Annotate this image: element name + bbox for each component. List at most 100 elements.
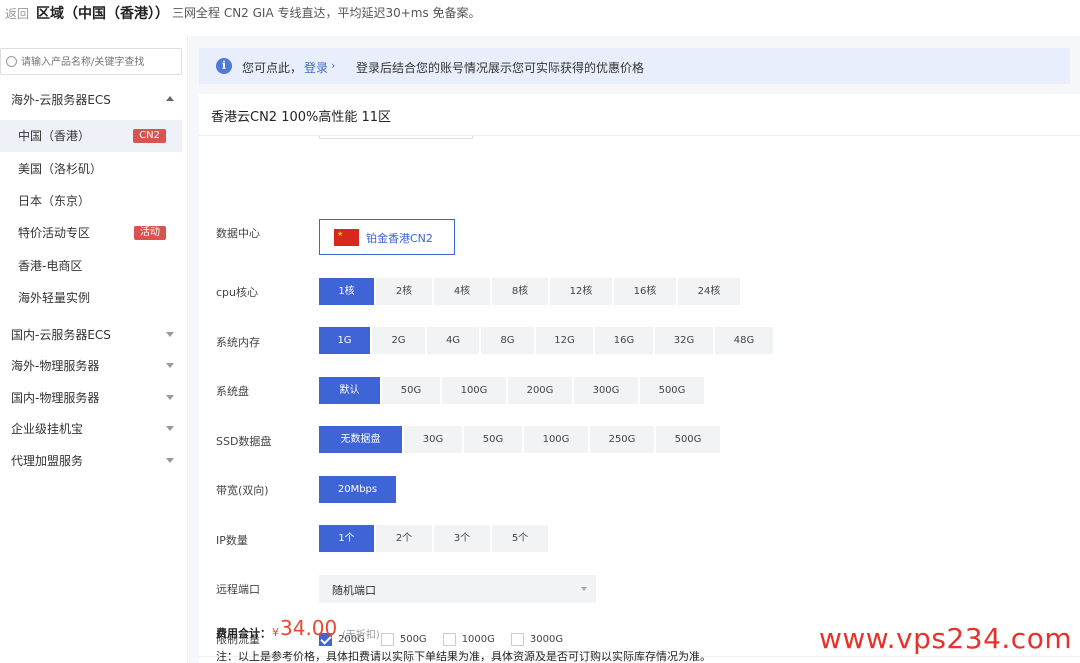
back-link[interactable]: 返回	[5, 5, 29, 22]
ip-count-options: 1个 2个 3个 5个	[319, 525, 550, 552]
cpu-option[interactable]: 12核	[550, 278, 614, 305]
traffic-option-label: 1000G	[461, 633, 495, 645]
menu-group-label: 海外-物理服务器	[11, 359, 100, 373]
total-price: 34.00	[280, 616, 338, 640]
memory-options: 1G 2G 4G 8G 12G 16G 32G 48G	[319, 327, 775, 354]
sidebar-item-los-angeles[interactable]: 美国（洛杉矶）	[0, 153, 182, 185]
menu-group-label: 海外-云服务器ECS	[11, 93, 111, 107]
sidebar: 海外-云服务器ECS 中国（香港） CN2 美国（洛杉矶） 日本（东京） 特价活…	[0, 36, 188, 663]
chevron-down-icon	[166, 332, 174, 337]
notice-text: 登录后结合您的账号情况展示您可实际获得的优惠价格	[356, 61, 645, 75]
chevron-down-icon	[166, 363, 174, 368]
traffic-option-label: 3000G	[529, 633, 564, 645]
system-disk-option[interactable]: 100G	[442, 377, 508, 404]
datacenter-option[interactable]: ★ 铂金香港CN2	[319, 219, 455, 255]
memory-option[interactable]: 32G	[655, 327, 715, 354]
menu-group-overseas-ecs[interactable]: 海外-云服务器ECS	[0, 85, 188, 115]
traffic-option-label: 500G	[399, 633, 427, 645]
cn2-badge: CN2	[133, 129, 166, 143]
menu-group-reseller[interactable]: 代理加盟服务	[0, 446, 188, 476]
memory-option[interactable]: 1G	[319, 327, 372, 354]
sidebar-item-tokyo[interactable]: 日本（东京）	[0, 185, 182, 217]
memory-option[interactable]: 16G	[595, 327, 655, 354]
system-disk-option[interactable]: 200G	[508, 377, 574, 404]
ip-count-option[interactable]: 5个	[492, 525, 550, 552]
product-title: 香港云CN2 100%高性能 11区	[211, 110, 392, 125]
sidebar-item-special-offers[interactable]: 特价活动专区 活动	[0, 217, 182, 249]
region-title: 区域（中国（香港））	[36, 6, 169, 22]
system-disk-option[interactable]: 默认	[319, 377, 382, 404]
traffic-checkbox-3000g[interactable]	[510, 632, 524, 646]
traffic-checkbox-500g[interactable]	[380, 632, 394, 646]
info-icon: i	[216, 58, 232, 74]
ssd-disk-option[interactable]: 100G	[524, 426, 590, 453]
china-flag-icon: ★	[334, 229, 359, 246]
bandwidth-options: 20Mbps	[319, 476, 398, 503]
datacenter-value: 铂金香港CN2	[366, 232, 433, 245]
sidebar-item-lightweight[interactable]: 海外轻量实例	[0, 282, 182, 314]
menu-group-domestic-physical[interactable]: 国内-物理服务器	[0, 383, 188, 413]
memory-label: 系统内存	[216, 336, 260, 349]
search-icon	[6, 56, 17, 67]
search-input[interactable]	[21, 53, 176, 71]
sidebar-item-hk-ecommerce[interactable]: 香港-电商区	[0, 250, 182, 282]
menu-group-label: 代理加盟服务	[11, 454, 84, 468]
sidebar-item-label: 日本（东京）	[18, 194, 91, 208]
ip-count-option[interactable]: 3个	[434, 525, 492, 552]
system-disk-label: 系统盘	[216, 385, 249, 398]
cpu-option[interactable]: 16核	[614, 278, 678, 305]
chevron-down-icon	[581, 587, 587, 591]
traffic-checkbox-1000g[interactable]	[442, 632, 456, 646]
cpu-options: 1核 2核 4核 8核 12核 16核 24核	[319, 278, 742, 305]
ssd-disk-label: SSD数据盘	[216, 435, 272, 448]
bandwidth-option[interactable]: 20Mbps	[319, 476, 398, 503]
ssd-disk-option[interactable]: 无数据盘	[319, 426, 404, 453]
system-disk-option[interactable]: 500G	[640, 377, 706, 404]
cpu-option[interactable]: 4核	[434, 278, 492, 305]
cpu-option[interactable]: 1核	[319, 278, 376, 305]
watermark: www.vps234.com	[819, 622, 1073, 655]
fee-label: 费用合计：	[216, 627, 271, 640]
region-description: 三网全程 CN2 GIA 专线直达，平均延迟30+ms 免备案。	[172, 6, 481, 20]
ssd-disk-option[interactable]: 30G	[404, 426, 464, 453]
bandwidth-label: 带宽(双向)	[216, 484, 269, 497]
system-disk-option[interactable]: 50G	[382, 377, 442, 404]
menu-group-enterprise-hosting[interactable]: 企业级挂机宝	[0, 414, 188, 444]
memory-option[interactable]: 4G	[427, 327, 481, 354]
remote-port-label: 远程端口	[216, 583, 260, 596]
scrolled-field-edge	[319, 136, 473, 139]
ssd-disk-option[interactable]: 50G	[464, 426, 524, 453]
top-bar: 返回 区域（中国（香港）） 三网全程 CN2 GIA 专线直达，平均延迟30+m…	[0, 0, 1080, 24]
ip-count-label: IP数量	[216, 534, 248, 547]
memory-option[interactable]: 8G	[481, 327, 536, 354]
cpu-option[interactable]: 2核	[376, 278, 434, 305]
menu-group-overseas-physical[interactable]: 海外-物理服务器	[0, 351, 188, 381]
cpu-option[interactable]: 8核	[492, 278, 550, 305]
system-disk-option[interactable]: 300G	[574, 377, 640, 404]
sidebar-item-label: 香港-电商区	[18, 259, 83, 273]
login-notice: i 您可点此， 登录 › 登录后结合您的账号情况展示您可实际获得的优惠价格	[199, 48, 1070, 84]
currency-symbol: ¥	[272, 626, 279, 639]
menu-group-label: 国内-云服务器ECS	[11, 328, 111, 342]
login-link[interactable]: 登录	[304, 59, 328, 76]
ip-count-option[interactable]: 1个	[319, 525, 376, 552]
menu-group-label: 国内-物理服务器	[11, 391, 100, 405]
main-content: i 您可点此， 登录 › 登录后结合您的账号情况展示您可实际获得的优惠价格 香港…	[189, 36, 1080, 663]
ssd-disk-options: 无数据盘 30G 50G 100G 250G 500G	[319, 426, 722, 453]
datacenter-label: 数据中心	[216, 227, 260, 240]
sidebar-item-hongkong[interactable]: 中国（香港） CN2	[0, 120, 182, 152]
notice-prefix: 您可点此，	[242, 61, 303, 75]
price-disclaimer: 注：以上是参考价格，具体扣费请以实际下单结果为准，具体资源及是否可订购以实际库存…	[216, 650, 711, 663]
remote-port-select[interactable]: 随机端口	[319, 575, 596, 603]
memory-option[interactable]: 48G	[715, 327, 775, 354]
ip-count-option[interactable]: 2个	[376, 525, 434, 552]
ssd-disk-option[interactable]: 250G	[590, 426, 656, 453]
memory-option[interactable]: 2G	[372, 327, 427, 354]
sidebar-item-label: 中国（香港）	[18, 129, 91, 143]
ssd-disk-option[interactable]: 500G	[656, 426, 722, 453]
menu-group-domestic-ecs[interactable]: 国内-云服务器ECS	[0, 320, 188, 350]
cpu-option[interactable]: 24核	[678, 278, 742, 305]
memory-option[interactable]: 12G	[536, 327, 595, 354]
config-panel: 香港云CN2 100%高性能 11区 数据中心 ★ 铂金香港CN2 cpu核心 …	[199, 94, 1080, 663]
discount-note: (无折扣)	[342, 630, 380, 641]
